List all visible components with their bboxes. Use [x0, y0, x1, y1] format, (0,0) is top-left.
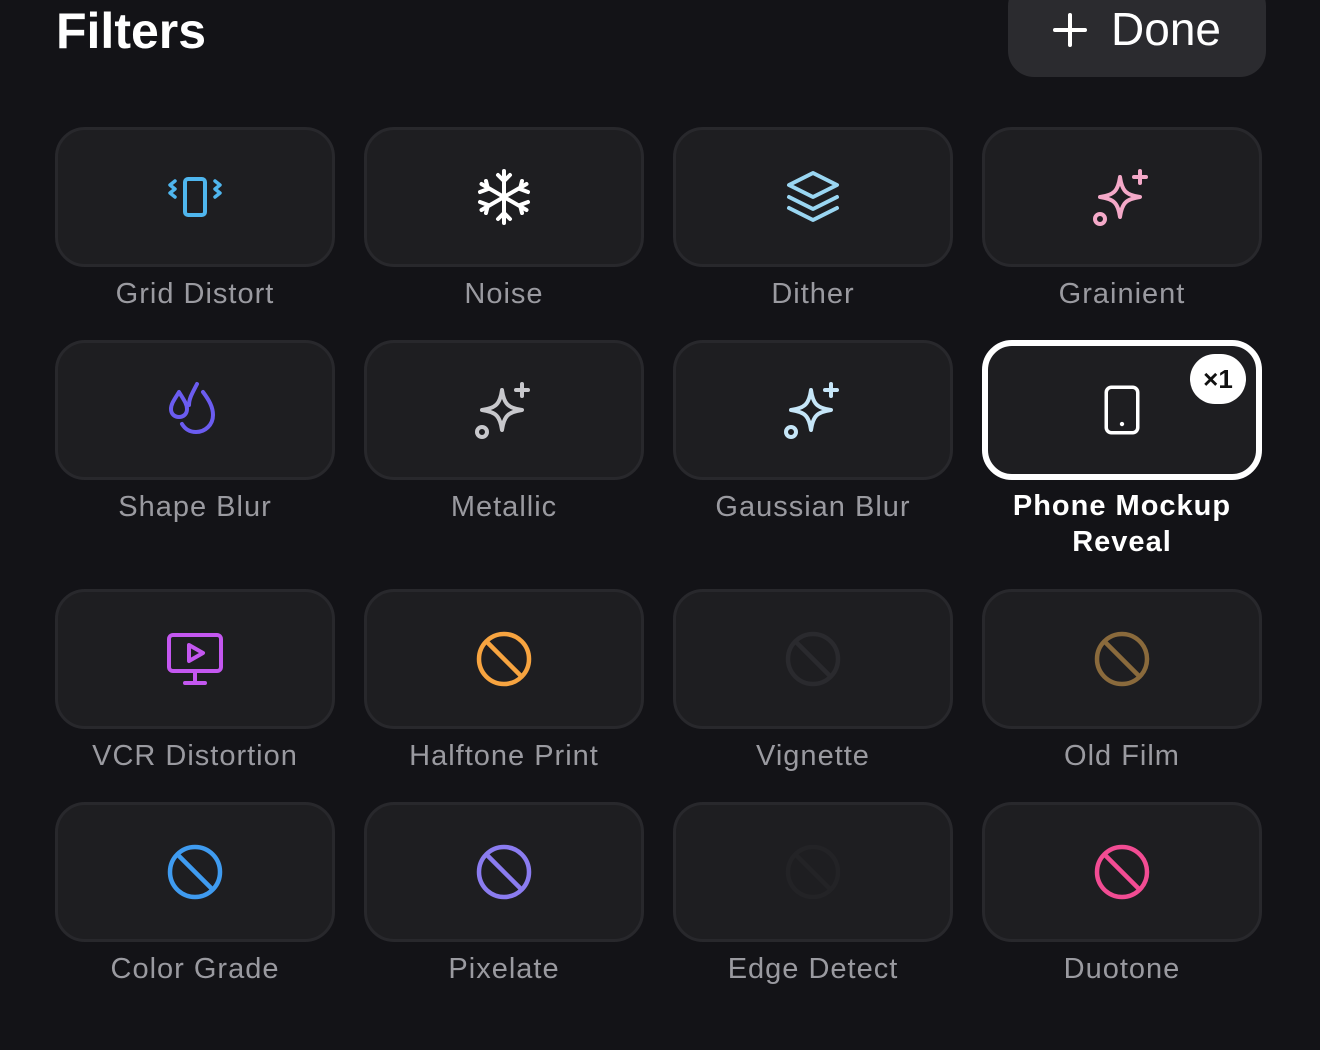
filter-tile-shape-blur[interactable]	[55, 340, 335, 480]
filter-tile-dither[interactable]	[673, 127, 953, 267]
filter-label: Edge Detect	[727, 953, 899, 985]
filter-label: Color Grade	[110, 953, 280, 985]
done-button[interactable]: Done	[1008, 0, 1266, 77]
tablet-icon	[1104, 385, 1140, 435]
filter-label: Duotone	[1063, 953, 1181, 985]
filter-label: Noise	[464, 278, 544, 310]
vibrate-icon	[168, 177, 222, 217]
filter-tile-halftone-print[interactable]	[364, 589, 644, 729]
filter-tile-old-film[interactable]	[982, 589, 1262, 729]
filter-tile-edge-detect[interactable]	[673, 802, 953, 942]
filter-label: VCR Distortion	[92, 740, 298, 772]
ban-icon	[785, 631, 841, 687]
filters-panel: Filters Done Grid Distort Noise Dither G…	[0, 0, 1320, 1050]
page-title: Filters	[56, 3, 207, 59]
filter-tile-phone-mockup-reveal[interactable]: ×1	[982, 340, 1262, 480]
done-label: Done	[1111, 3, 1221, 55]
monitor-play-icon	[167, 633, 223, 685]
filter-label: Shape Blur	[118, 491, 272, 523]
filter-label: Phone Mockup Reveal	[1012, 490, 1232, 558]
filter-label: Metallic	[450, 491, 558, 523]
droplets-icon	[169, 382, 215, 434]
filter-label: Vignette	[756, 740, 870, 772]
filter-label: Grainient	[1058, 278, 1186, 310]
filter-label: Old Film	[1064, 740, 1180, 772]
filter-tile-pixelate[interactable]	[364, 802, 644, 942]
plus-icon	[1053, 13, 1088, 47]
filter-tile-color-grade[interactable]	[55, 802, 335, 942]
filter-label: Dither	[771, 278, 855, 310]
filter-tile-duotone[interactable]	[982, 802, 1262, 942]
filter-label: Grid Distort	[115, 278, 275, 310]
ban-icon	[1094, 844, 1150, 900]
filter-tile-metallic[interactable]	[364, 340, 644, 480]
layers-icon	[787, 171, 839, 222]
ban-icon	[476, 844, 532, 900]
filter-tile-noise[interactable]	[364, 127, 644, 267]
filter-tile-vcr-distortion[interactable]	[55, 589, 335, 729]
sparkles-icon	[784, 382, 839, 439]
filter-tile-grid-distort[interactable]	[55, 127, 335, 267]
filter-label: Gaussian Blur	[715, 491, 911, 523]
ban-icon	[1094, 631, 1150, 687]
ban-icon	[785, 844, 841, 900]
ban-icon	[167, 844, 223, 900]
filter-tile-grainient[interactable]	[982, 127, 1262, 267]
count-badge: ×1	[1190, 354, 1246, 404]
sparkles-icon	[1093, 169, 1148, 226]
filter-tile-vignette[interactable]	[673, 589, 953, 729]
snowflake-icon	[478, 169, 530, 225]
ban-icon	[476, 631, 532, 687]
sparkles-icon	[475, 382, 530, 439]
filter-tile-gaussian-blur[interactable]	[673, 340, 953, 480]
filter-label: Pixelate	[448, 953, 560, 985]
filter-label: Halftone Print	[409, 740, 599, 772]
